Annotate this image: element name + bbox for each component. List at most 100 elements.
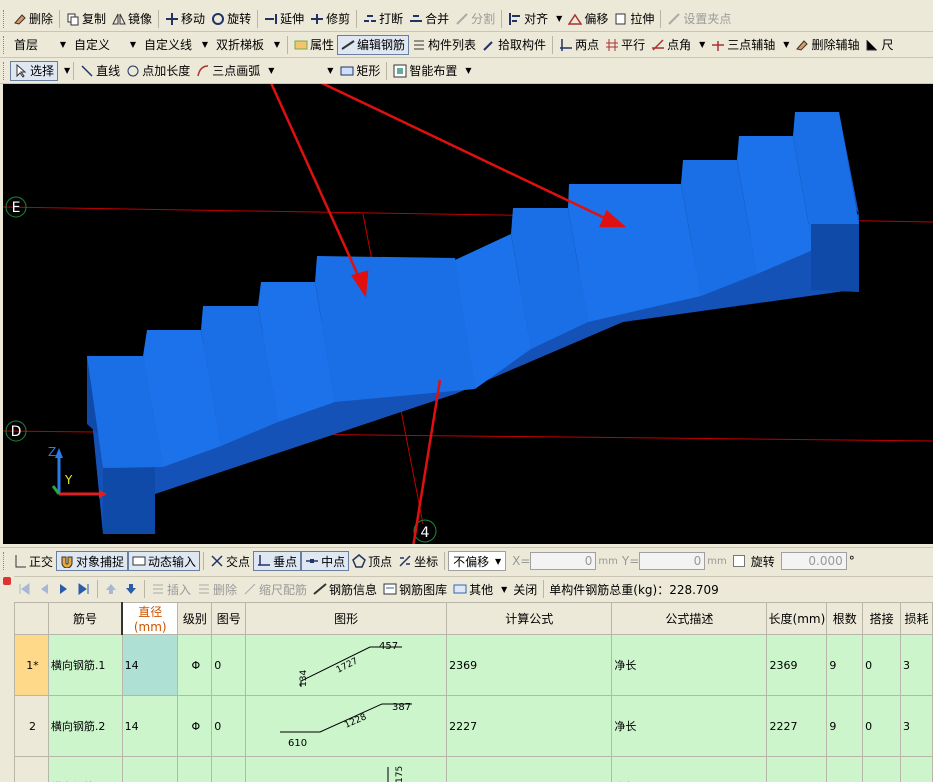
rebar-library-button[interactable]: 钢筋图库 [380,579,450,599]
column-header[interactable]: 筋号 [47,602,123,635]
row-number[interactable]: 1* [14,634,49,696]
toolbar-grip[interactable] [3,61,6,80]
midpoint-snap-button[interactable]: 中点 [301,551,350,571]
cell-lap[interactable]: 0 [862,634,902,696]
rotate-button[interactable]: 旋转 [208,9,254,29]
arc-option-select[interactable]: ▼ [277,61,337,81]
cell-figure-number[interactable]: 0 [211,634,247,696]
other-menu-button[interactable]: 其他 ▼ [450,579,510,599]
dimension-button[interactable]: 尺 [862,35,896,55]
column-header[interactable]: 长度(mm) [766,602,828,635]
column-header[interactable] [14,602,49,635]
close-panel-icon[interactable] [3,577,11,585]
cell-shape[interactable]: 457 1727 134 [245,634,448,696]
cell-length[interactable]: 1670 [766,756,828,782]
cell-count[interactable]: 9 [826,634,864,696]
rotate-checkbox[interactable] [732,555,745,567]
table-row[interactable]: 2 横向钢筋.2 14 Φ 0 387 1228 610 2227 净长 222… [14,695,933,757]
category-select[interactable]: 自定义 ▼ [70,35,140,55]
cell-shape[interactable]: 175 [245,756,448,782]
cell-lap[interactable]: 0 [862,756,902,782]
scale-rebar-button[interactable]: 缩尺配筋 [240,579,310,599]
x-coordinate-field[interactable]: 0 [530,552,597,570]
cell-loss[interactable]: 3 [900,634,933,696]
column-header[interactable]: 计算公式 [446,602,613,635]
cell-count[interactable]: 9 [826,695,864,757]
delete-button[interactable]: 删除 [10,9,56,29]
move-button[interactable]: 移动 [162,9,208,29]
column-header[interactable]: 公式描述 [611,602,768,635]
column-header[interactable]: 级别 [177,602,213,635]
column-header[interactable]: 图号 [211,602,247,635]
cell-formula[interactable]: 1670 [446,756,613,782]
delete-aux-button[interactable]: 删除辅轴 [792,35,862,55]
vertex-snap-button[interactable]: 顶点 [349,551,395,571]
toolbar-grip[interactable] [3,552,6,570]
pick-element-button[interactable]: 拾取构件 [479,35,549,55]
insert-button[interactable]: 插入 [148,579,194,599]
table-row[interactable]: 3 横向钢筋.3 14 Φ 0 175 1670 净长 1670 9 0 3 [14,756,933,782]
two-point-button[interactable]: 两点 [556,35,602,55]
column-header[interactable]: 图形 [245,602,448,635]
cell-formula[interactable]: 2227 [446,695,613,757]
cell-name[interactable]: 横向钢筋.2 [47,695,123,757]
cell-length[interactable]: 2369 [766,634,828,696]
next-record-button[interactable] [54,579,74,599]
align-button[interactable]: 对齐 ▼ [505,9,565,29]
cell-figure-number[interactable]: 0 [211,756,247,782]
cell-figure-number[interactable]: 0 [211,695,247,757]
element-select[interactable]: 双折梯板 ▼ [212,35,284,55]
coordinate-snap-button[interactable]: 坐标 [395,551,441,571]
ortho-button[interactable]: 正交 [10,551,56,571]
last-record-button[interactable] [74,579,94,599]
column-header[interactable]: 直径(mm) [121,602,179,635]
cell-name[interactable]: 横向钢筋.1 [47,634,123,696]
cell-description[interactable]: 净长 [611,695,768,757]
cell-grade[interactable]: Φ [177,634,213,696]
edit-rebar-button[interactable]: 编辑钢筋 [337,34,410,55]
merge-button[interactable]: 合并 [406,9,452,29]
three-point-aux-button[interactable]: 三点辅轴 ▼ [708,35,792,55]
stretch-button[interactable]: 拉伸 [611,9,657,29]
cell-shape[interactable]: 387 1228 610 [245,695,448,757]
cell-diameter[interactable]: 14 [121,756,179,782]
cell-formula[interactable]: 2369 [446,634,613,696]
offset-mode-select[interactable]: 不偏移 ▼ [448,551,507,571]
offset-button[interactable]: 偏移 [565,9,611,29]
point-length-button[interactable]: 点加长度 [123,61,193,81]
cell-loss[interactable]: 3 [900,756,933,782]
cell-diameter[interactable]: 14 [121,695,179,757]
toolbar-grip[interactable] [3,35,6,54]
line-button[interactable]: 直线 [77,61,123,81]
rebar-info-button[interactable]: 钢筋信息 [310,579,380,599]
object-snap-button[interactable]: 对象捕捉 [56,551,129,571]
close-button[interactable]: 关闭 [510,579,540,599]
break-button[interactable]: 打断 [360,9,406,29]
first-record-button[interactable] [14,579,34,599]
y-coordinate-field[interactable]: 0 [639,552,706,570]
cell-lap[interactable]: 0 [862,695,902,757]
parallel-button[interactable]: 平行 [602,35,648,55]
copy-button[interactable]: 复制 [63,9,109,29]
point-angle-button[interactable]: 点角 ▼ [648,35,708,55]
column-header[interactable]: 根数 [826,602,864,635]
cell-grade[interactable]: Φ [177,756,213,782]
arc-button[interactable]: 三点画弧 ▼ [193,61,277,81]
element-list-button[interactable]: 构件列表 [409,35,479,55]
trim-button[interactable]: 修剪 [307,9,353,29]
row-number[interactable]: 2 [14,695,49,757]
properties-button[interactable]: 属性 [291,35,337,55]
cell-diameter[interactable]: 14 [121,634,179,696]
move-down-button[interactable] [121,579,141,599]
column-header[interactable]: 搭接 [862,602,902,635]
table-row[interactable]: 1* 横向钢筋.1 14 Φ 0 457 1727 134 2369 净长 23… [14,634,933,696]
smart-layout-button[interactable]: 智能布置 ▼ [390,61,474,81]
cell-loss[interactable]: 3 [900,695,933,757]
rectangle-button[interactable]: 矩形 [337,61,383,81]
extend-button[interactable]: 延伸 [261,9,307,29]
intersection-snap-button[interactable]: 交点 [207,551,253,571]
cell-description[interactable]: 净长 [611,634,768,696]
floor-select[interactable]: 首层 ▼ [10,35,70,55]
drawing-viewport[interactable]: E D 4 Z Y [3,84,933,544]
rotate-angle-field[interactable]: 0.000 [780,552,847,570]
